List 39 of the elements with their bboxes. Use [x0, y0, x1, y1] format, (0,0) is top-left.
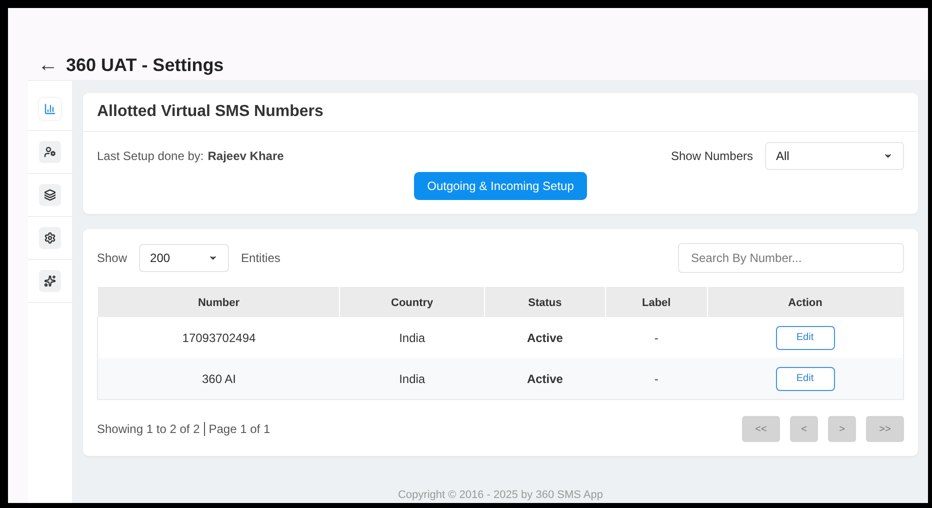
showing-summary: Showing 1 to 2 of 2	[97, 422, 200, 436]
last-setup-name: Rajeev Khare	[208, 149, 284, 163]
label-cell: -	[606, 358, 708, 400]
sidebar-item[interactable]	[39, 184, 61, 206]
setup-button[interactable]: Outgoing & Incoming Setup	[414, 172, 587, 200]
page-info: Page 1 of 1	[204, 422, 270, 436]
sidebar-item[interactable]	[39, 270, 61, 292]
country-cell: India	[340, 358, 484, 400]
last-setup-label: Last Setup done by:	[97, 149, 204, 163]
bar-chart-icon	[44, 103, 56, 115]
search-field[interactable]: Search By Number...	[678, 243, 904, 273]
settings-icon	[44, 232, 56, 244]
edit-button[interactable]: Edit	[776, 326, 835, 350]
user-gear-icon	[44, 146, 56, 158]
column-header: Number	[98, 288, 340, 317]
column-header: Country	[340, 288, 484, 317]
show-numbers-select[interactable]: All	[765, 142, 904, 170]
sidebar-item[interactable]	[39, 141, 61, 163]
number-cell: 17093702494	[98, 317, 340, 358]
entities-label: Entities	[241, 251, 280, 265]
show-numbers-label: Show Numbers	[670, 149, 753, 163]
show-label: Show	[97, 251, 128, 265]
layers-icon	[44, 189, 56, 201]
country-cell: India	[340, 317, 484, 358]
label-cell: -	[606, 317, 708, 358]
back-arrow-icon[interactable]: ←	[38, 54, 58, 76]
card-title: Allotted Virtual SMS Numbers	[83, 93, 918, 132]
sparkles-icon	[44, 275, 56, 287]
status-cell: Active	[484, 358, 606, 400]
column-header: Action	[707, 288, 904, 317]
status-cell: Active	[484, 317, 606, 358]
column-header: Label	[606, 288, 708, 317]
page-title: 360 UAT - Settings	[66, 54, 224, 76]
page-size-select[interactable]: 200	[139, 244, 230, 272]
number-cell: 360 AI	[98, 358, 340, 400]
edit-button[interactable]: Edit	[776, 366, 835, 390]
sidebar-item[interactable]	[39, 227, 61, 249]
column-header: Status	[484, 288, 606, 317]
copyright-text: Copyright © 2016 - 2025 by 360 SMS App	[398, 489, 603, 501]
